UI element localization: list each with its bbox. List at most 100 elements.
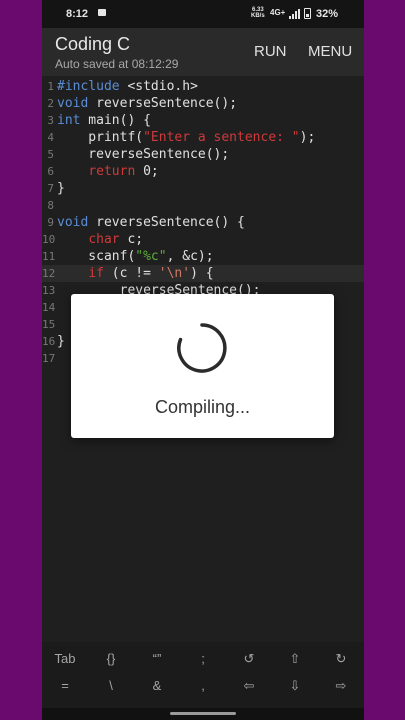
- code-token: }: [57, 334, 65, 349]
- code-text: int main() {: [57, 112, 151, 129]
- code-token: return: [88, 164, 136, 179]
- code-text: reverseSentence();: [57, 146, 229, 163]
- key-row1-6[interactable]: ↻: [318, 645, 364, 673]
- autosave-status: Auto saved at 08:12:29: [55, 57, 179, 71]
- code-token: "Enter a sentence: ": [143, 130, 300, 145]
- compiling-message: Compiling...: [154, 397, 251, 417]
- battery-icon: [304, 8, 311, 19]
- line-number: 12: [42, 267, 56, 280]
- code-token: if: [88, 266, 104, 281]
- code-line[interactable]: 12 if (c != '\n') {: [42, 265, 364, 282]
- code-token: printf(: [57, 130, 144, 145]
- keyboard-toolbar: Tab{} “”; ↺ ⇧ ↻ = \ &, ⇦ ⇩ ⇨: [42, 642, 364, 708]
- line-number: 11: [42, 250, 56, 263]
- code-line[interactable]: 9 void reverseSentence() {: [42, 214, 364, 231]
- code-line[interactable]: 8: [42, 197, 364, 214]
- key-row2-2[interactable]: &: [134, 672, 180, 700]
- code-text: scanf("%c", &c);: [57, 248, 213, 265]
- code-token: c;: [119, 232, 144, 247]
- line-number: 15: [42, 318, 56, 331]
- loading-spinner-icon: [177, 323, 227, 373]
- code-token: reverseSentence() {: [88, 215, 245, 230]
- key-row2-4[interactable]: ⇦: [226, 672, 272, 700]
- code-token: "%c": [135, 249, 167, 264]
- code-token: <stdio.h>: [119, 79, 198, 94]
- key-row1-1[interactable]: {}: [88, 645, 134, 673]
- status-bar: 8:12 6.33 KB/s 4G+ 32%: [42, 0, 364, 28]
- code-token: reverseSentence();: [57, 147, 230, 162]
- code-token: scanf(: [57, 249, 136, 264]
- code-token: }: [57, 181, 65, 196]
- key-row2-0[interactable]: =: [42, 672, 88, 700]
- line-number: 10: [42, 233, 56, 246]
- line-number: 8: [47, 199, 54, 212]
- network-type: 4G+: [270, 8, 286, 17]
- code-line[interactable]: 11 scanf("%c", &c);: [42, 248, 364, 265]
- code-text: }: [57, 180, 65, 197]
- code-token: (c !=: [103, 266, 159, 281]
- code-token: '\n': [158, 266, 191, 281]
- key-row1-5[interactable]: ⇧: [272, 645, 318, 673]
- key-row1-0[interactable]: Tab: [42, 645, 88, 673]
- code-line[interactable]: 2 void reverseSentence();: [42, 95, 364, 112]
- menu-button[interactable]: MENU: [308, 43, 352, 60]
- line-number: 17: [42, 352, 56, 365]
- key-row1-3[interactable]: ;: [180, 645, 226, 673]
- code-token: char: [88, 232, 120, 247]
- line-number: 6: [47, 165, 54, 178]
- code-text: void reverseSentence();: [57, 95, 237, 112]
- code-token: void: [57, 96, 89, 111]
- network-speed: 6.33 KB/s: [251, 7, 265, 19]
- network-speed-unit: KB/s: [251, 13, 265, 19]
- code-token: reverseSentence();: [88, 96, 238, 111]
- line-number: 13: [42, 284, 56, 297]
- code-text: printf("Enter a sentence: ");: [57, 129, 315, 146]
- code-line[interactable]: 1 #include <stdio.h>: [42, 78, 364, 95]
- code-token: void: [57, 215, 89, 230]
- code-line[interactable]: 4 printf("Enter a sentence: ");: [42, 129, 364, 146]
- code-token: );: [299, 130, 316, 145]
- line-number: 16: [42, 335, 56, 348]
- code-line[interactable]: 6 return 0;: [42, 163, 364, 180]
- key-row1-4[interactable]: ↺: [226, 645, 272, 673]
- code-line[interactable]: 5 reverseSentence();: [42, 146, 364, 163]
- key-row2-3[interactable]: ,: [180, 672, 226, 700]
- code-line[interactable]: 10 char c;: [42, 231, 364, 248]
- battery-percent: 32%: [316, 8, 339, 20]
- compiling-dialog: Compiling...: [71, 294, 334, 438]
- code-text: void reverseSentence() {: [57, 214, 245, 231]
- key-row2-6[interactable]: ⇨: [318, 672, 364, 700]
- app-header: Coding C Auto saved at 08:12:29 RUN MENU: [42, 28, 364, 76]
- signal-icon: [289, 9, 300, 19]
- code-token: ) {: [190, 266, 214, 281]
- status-time: 8:12: [66, 8, 89, 20]
- code-text: return 0;: [57, 163, 159, 180]
- code-token: #include: [57, 79, 120, 94]
- line-number: 1: [47, 80, 54, 93]
- code-text: if (c != '\n') {: [57, 265, 214, 282]
- line-number: 2: [47, 97, 54, 110]
- line-number: 14: [42, 301, 56, 314]
- code-line[interactable]: 7}: [42, 180, 364, 197]
- app-title: Coding C: [55, 34, 131, 54]
- notification-icon: [98, 9, 106, 16]
- key-row2-1[interactable]: \: [88, 672, 134, 700]
- navigation-bar: [42, 708, 364, 720]
- code-token: int: [57, 113, 81, 128]
- code-token: main() {: [80, 113, 151, 128]
- code-token: 0;: [135, 164, 159, 179]
- line-number: 9: [47, 216, 54, 229]
- key-row1-2[interactable]: “”: [134, 645, 180, 673]
- code-line[interactable]: 3 int main() {: [42, 112, 364, 129]
- code-text: #include <stdio.h>: [57, 78, 198, 95]
- code-text: char c;: [57, 231, 143, 248]
- key-row2-5[interactable]: ⇩: [272, 672, 318, 700]
- home-gesture-bar[interactable]: [170, 712, 236, 715]
- line-number: 4: [47, 131, 54, 144]
- run-button[interactable]: RUN: [254, 43, 287, 60]
- line-number: 7: [47, 182, 54, 195]
- phone-screen: 8:12 6.33 KB/s 4G+ 32% Coding C Auto sav…: [42, 0, 364, 720]
